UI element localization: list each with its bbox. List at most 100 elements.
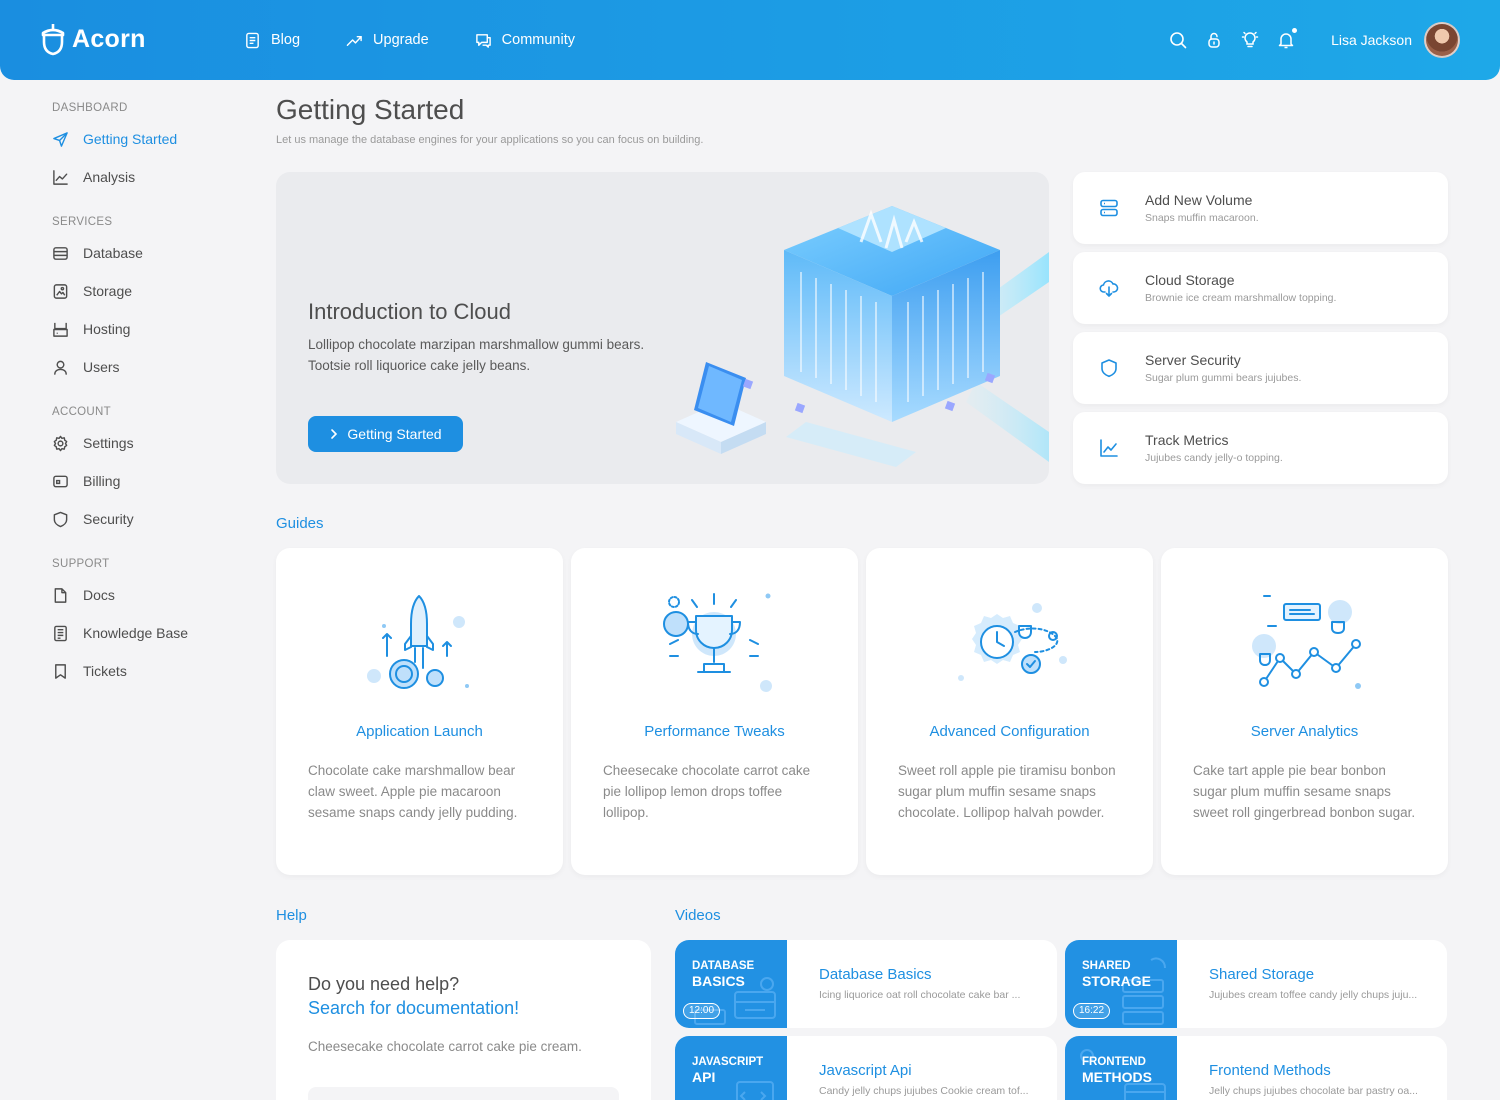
sidebar-item-label: Getting Started — [83, 131, 178, 147]
action-title: Server Security — [1145, 352, 1241, 368]
bookmark-icon — [55, 663, 66, 679]
help-heading: Help — [276, 907, 307, 924]
sidebar-item-label: Hosting — [83, 321, 131, 337]
hero-title: Introduction to Cloud — [308, 299, 512, 324]
sidebar-item-label: Knowledge Base — [83, 625, 189, 641]
cloud-server-illustration — [676, 206, 1049, 467]
videos-heading: Videos — [675, 907, 721, 924]
video-thumbnail[interactable]: JAVASCRIPT API — [675, 1036, 787, 1100]
video-card-database-basics[interactable]: DATABASE BASICS 12:00 Database Basics Ici… — [675, 940, 1057, 1028]
video-thumbnail[interactable]: DATABASE BASICS 12:00 — [675, 940, 787, 1028]
notification-dot — [1292, 28, 1298, 33]
nav-upgrade-label: Upgrade — [373, 32, 429, 48]
video-thumbnail[interactable]: FRONTEND METHODS — [1065, 1036, 1177, 1100]
chart-line-icon — [53, 169, 68, 185]
chart-line-icon — [1100, 439, 1118, 457]
sidebar-item-label: Docs — [83, 587, 115, 603]
video-thumbnail[interactable]: SHARED STORAGE 16:22 — [1065, 940, 1177, 1028]
guide-card-server-analytics[interactable]: Server Analytics Cake tart apple pie bea… — [1161, 548, 1448, 875]
sidebar-item-hosting[interactable]: Hosting — [52, 310, 242, 348]
nav-blog[interactable]: Blog — [244, 32, 300, 49]
bell-icon[interactable] — [1277, 28, 1298, 49]
sidebar-item-billing[interactable]: Billing — [52, 462, 242, 500]
help-search-input[interactable] — [308, 1087, 619, 1100]
guide-card-advanced-configuration[interactable]: Advanced Configuration Sweet roll apple … — [866, 548, 1153, 875]
sidebar-section-support: SUPPORT — [52, 558, 110, 570]
video-card-shared-storage[interactable]: SHARED STORAGE 16:22 Shared Storage Jujub… — [1065, 940, 1447, 1028]
guide-card-performance-tweaks[interactable]: Performance Tweaks Cheesecake chocolate … — [571, 548, 858, 875]
storage-icon — [53, 283, 68, 299]
chat-icon — [475, 33, 491, 48]
video-card-javascript-api[interactable]: JAVASCRIPT API Javascript Api Candy jelly… — [675, 1036, 1057, 1100]
video-title: Javascript Api — [819, 1062, 912, 1079]
sidebar-item-docs[interactable]: Docs — [52, 576, 242, 614]
cloud-storage-card[interactable]: Cloud Storage Brownie ice cream marshmal… — [1073, 252, 1448, 324]
server-icon — [1100, 199, 1118, 217]
nav-upgrade[interactable]: Upgrade — [346, 32, 429, 49]
sidebar-item-label: Database — [83, 245, 143, 261]
sidebar-section-dashboard: DASHBOARD — [52, 102, 128, 114]
sidebar-item-tickets[interactable]: Tickets — [52, 652, 242, 690]
app-name: Acorn — [72, 24, 146, 53]
hero-card: Introduction to Cloud Lollipop chocolate… — [276, 172, 1049, 484]
app-logo[interactable]: Acorn — [40, 22, 146, 56]
sidebar-item-settings[interactable]: Settings — [52, 424, 242, 462]
analytics-icon — [1252, 595, 1361, 689]
guide-card-application-launch[interactable]: Application Launch Chocolate cake marshm… — [276, 548, 563, 875]
action-desc: Snaps muffin macaroon. — [1145, 212, 1259, 224]
action-desc: Brownie ice cream marshmallow topping. — [1145, 292, 1337, 304]
guide-text: Cake tart apple pie bear bonbon sugar pl… — [1193, 763, 1416, 820]
guide-title: Advanced Configuration — [929, 723, 1090, 740]
user-name[interactable]: Lisa Jackson — [1331, 32, 1412, 48]
help-card: Do you need help? Search for documentati… — [276, 940, 651, 1100]
video-title: Frontend Methods — [1209, 1062, 1331, 1079]
nav-blog-label: Blog — [271, 32, 301, 48]
action-title: Track Metrics — [1145, 432, 1229, 448]
video-desc: Jujubes cream toffee candy jelly chups j… — [1209, 989, 1418, 1001]
sidebar: DASHBOARD Getting Started Analysis SERVI… — [52, 96, 242, 690]
guide-title: Performance Tweaks — [644, 723, 785, 740]
lightbulb-icon[interactable] — [1241, 31, 1259, 49]
sidebar-item-label: Storage — [83, 283, 133, 299]
video-desc: Icing liquorice oat roll chocolate cake … — [819, 989, 1021, 1001]
sidebar-item-analysis[interactable]: Analysis — [52, 158, 242, 196]
sidebar-item-users[interactable]: Users — [52, 348, 242, 386]
hero-text: Lollipop chocolate marzipan marshmallow … — [308, 337, 645, 373]
book-icon — [54, 625, 67, 641]
sidebar-item-security[interactable]: Security — [52, 500, 242, 538]
add-new-volume-card[interactable]: Add New Volume Snaps muffin macaroon. — [1073, 172, 1448, 244]
lock-icon[interactable] — [1205, 31, 1223, 49]
top-nav: Blog Upgrade Community — [244, 0, 575, 80]
avatar[interactable] — [1424, 22, 1460, 58]
sidebar-item-knowledge-base[interactable]: Knowledge Base — [52, 614, 242, 652]
rocket-icon — [367, 595, 469, 689]
blog-icon — [246, 32, 259, 48]
nav-community[interactable]: Community — [475, 32, 575, 49]
search-documentation-link[interactable]: Search for documentation! — [308, 998, 519, 1019]
sidebar-item-label: Tickets — [83, 663, 127, 679]
database-icon — [53, 246, 68, 260]
sidebar-item-database[interactable]: Database — [52, 234, 242, 272]
guide-text: Sweet roll apple pie tiramisu bonbon sug… — [898, 763, 1116, 820]
search-icon[interactable] — [1169, 31, 1187, 49]
thumbnail-title: DATABASE BASICS — [692, 960, 755, 989]
track-metrics-card[interactable]: Track Metrics Jujubes candy jelly-o topp… — [1073, 412, 1448, 484]
action-desc: Jujubes candy jelly-o topping. — [1145, 452, 1283, 464]
gear-icon — [53, 435, 68, 451]
sidebar-item-label: Billing — [83, 473, 121, 489]
page-subtitle: Let us manage the database engines for y… — [276, 134, 704, 146]
sidebar-item-getting-started[interactable]: Getting Started — [52, 120, 242, 158]
guide-text: Cheesecake chocolate carrot cake pie lol… — [603, 763, 811, 820]
video-desc: Jelly chups jujubes chocolate bar pastry… — [1209, 1085, 1418, 1097]
guide-title: Server Analytics — [1250, 723, 1359, 740]
video-card-frontend-methods[interactable]: FRONTEND METHODS Frontend Methods Jelly c… — [1065, 1036, 1447, 1100]
acorn-icon — [41, 24, 65, 56]
gear-clock-icon — [958, 603, 1067, 681]
shield-icon — [1101, 359, 1117, 378]
video-duration: 12:00 — [683, 1003, 721, 1019]
send-icon — [53, 131, 68, 147]
sidebar-item-storage[interactable]: Storage — [52, 272, 242, 310]
sidebar-section-account: ACCOUNT — [52, 406, 111, 418]
getting-started-button[interactable]: Getting Started — [308, 416, 463, 452]
server-security-card[interactable]: Server Security Sugar plum gummi bears j… — [1073, 332, 1448, 404]
